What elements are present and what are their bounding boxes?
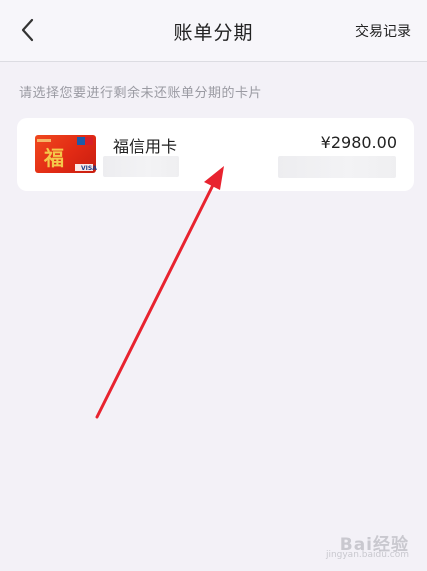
transaction-records-button[interactable]: 交易记录 — [355, 21, 411, 41]
nav-bar: 账单分期 交易记录 — [0, 0, 427, 62]
redacted-due-info — [278, 156, 396, 178]
card-thumb-character: 福 — [44, 146, 64, 170]
instruction-text: 请选择您要进行剩余未还账单分期的卡片 — [19, 86, 263, 101]
back-button[interactable] — [10, 12, 46, 48]
card-name: 福信用卡 — [113, 137, 178, 156]
baidu-jingyan-watermark: Bai经验 jingyan.baidu.com — [326, 530, 409, 560]
chevron-left-icon — [21, 18, 34, 42]
card-thumb-brand: VISA — [81, 165, 97, 172]
card-list-item[interactable] — [17, 118, 414, 191]
redacted-card-number — [103, 156, 179, 177]
watermark-url: jingyan.baidu.com — [325, 550, 409, 560]
bill-installment-screen: 账单分期 交易记录 请选择您要进行剩余未还账单分期的卡片 福 VISA 福信用卡… — [0, 0, 427, 571]
card-amount: ¥2980.00 — [320, 133, 397, 152]
